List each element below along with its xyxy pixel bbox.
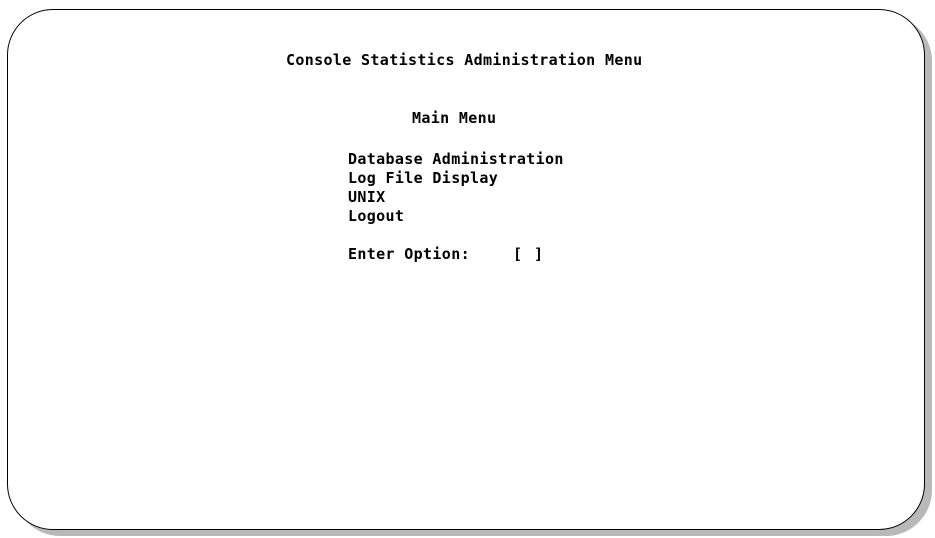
menu-item-log-file-display[interactable]: Log File Display [348, 169, 498, 188]
option-bracket-close: ] [534, 245, 544, 263]
terminal-screen: Console Statistics Administration Menu M… [7, 9, 925, 530]
menu-item-unix[interactable]: UNIX [348, 188, 386, 207]
option-bracket-open: [ [513, 245, 523, 263]
menu-item-logout[interactable]: Logout [348, 207, 404, 226]
menu-item-database-administration[interactable]: Database Administration [348, 150, 564, 169]
enter-option-label: Enter Option: [348, 245, 470, 263]
main-menu-heading: Main Menu [412, 109, 497, 127]
page-title: Console Statistics Administration Menu [286, 51, 643, 69]
